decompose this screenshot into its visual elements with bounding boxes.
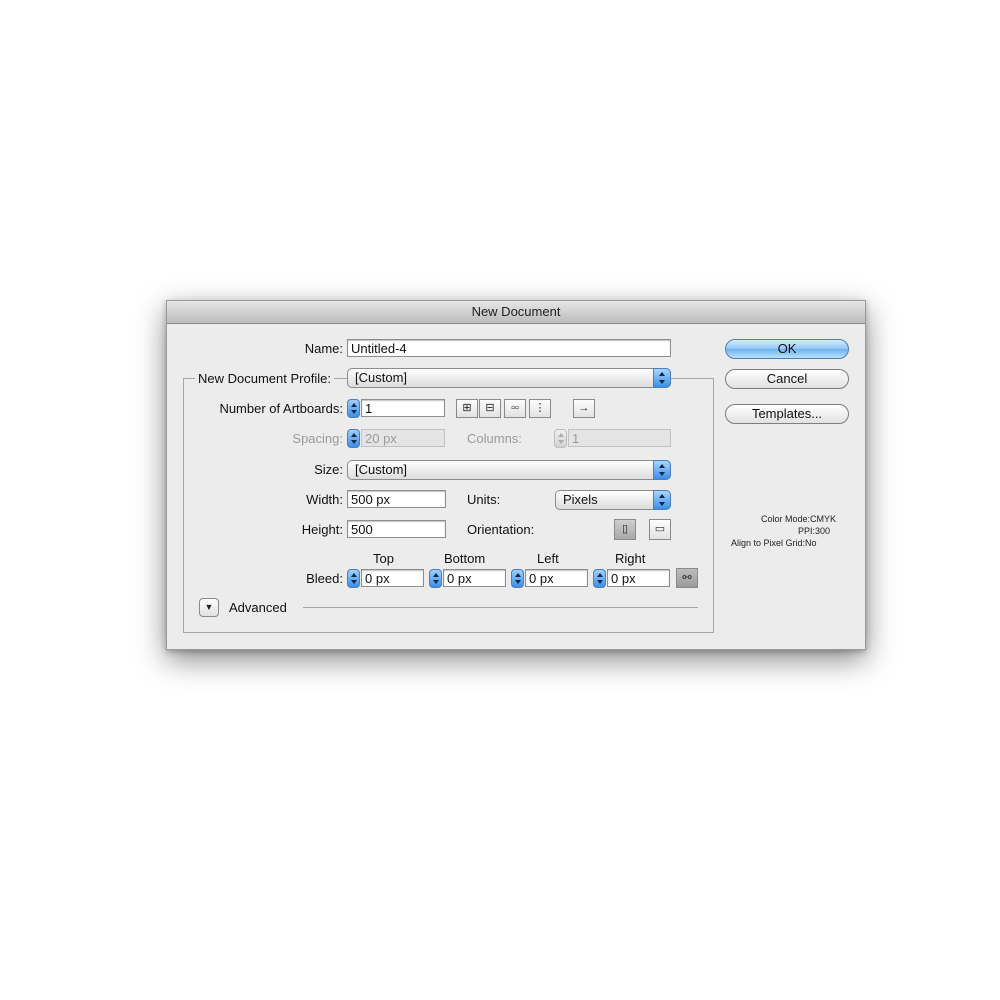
right-arrow-icon[interactable]: → xyxy=(573,399,595,418)
cancel-button[interactable]: Cancel xyxy=(725,369,849,389)
orientation-label: Orientation: xyxy=(467,522,535,537)
width-label: Width: xyxy=(306,492,343,507)
ok-button[interactable]: OK xyxy=(725,339,849,359)
spacing-field[interactable]: 20 px xyxy=(361,429,445,447)
bleed-right-field[interactable]: 0 px xyxy=(607,569,670,587)
bleed-left-heading: Left xyxy=(537,551,559,566)
portrait-icon[interactable]: ▯ xyxy=(614,519,636,540)
columns-field[interactable]: 1 xyxy=(568,429,671,447)
bleed-left-stepper[interactable] xyxy=(511,569,524,588)
landscape-icon[interactable]: ▭ xyxy=(649,519,671,540)
name-field[interactable]: Untitled-4 xyxy=(347,339,671,357)
artboards-label: Number of Artboards: xyxy=(219,401,343,416)
arrange-by-column-icon[interactable]: ⋮ xyxy=(529,399,551,418)
ppi-info: PPI:300 xyxy=(798,526,831,536)
chevron-updown-icon xyxy=(653,460,671,480)
name-label: Name: xyxy=(304,341,343,356)
height-label: Height: xyxy=(301,522,343,537)
templates-button[interactable]: Templates... xyxy=(725,404,849,424)
bleed-right-stepper[interactable] xyxy=(593,569,606,588)
disclosure-triangle-icon[interactable]: ▼ xyxy=(199,598,219,617)
align-pixel-grid-info: Align to Pixel Grid:No xyxy=(731,538,817,548)
profile-popup[interactable]: [Custom] xyxy=(347,368,671,388)
columns-label: Columns: xyxy=(467,431,522,446)
bleed-top-field[interactable]: 0 px xyxy=(361,569,424,587)
chevron-updown-icon xyxy=(653,490,671,510)
columns-stepper[interactable] xyxy=(554,429,567,448)
units-value: Pixels xyxy=(563,492,598,507)
units-label: Units: xyxy=(467,492,501,507)
bleed-bottom-heading: Bottom xyxy=(444,551,486,566)
bleed-top-heading: Top xyxy=(373,551,394,566)
bleed-right-heading: Right xyxy=(615,551,646,566)
size-value: [Custom] xyxy=(355,462,408,477)
width-field[interactable]: 500 px xyxy=(347,490,446,508)
new-document-dialog: New Document Name: Untitled-4 New Docume… xyxy=(166,300,866,650)
advanced-label: Advanced xyxy=(229,600,287,615)
dialog-title: New Document xyxy=(167,301,865,324)
bleed-left-field[interactable]: 0 px xyxy=(525,569,588,587)
arrange-by-row-icon[interactable]: ▫▫ xyxy=(504,399,526,418)
profile-label: New Document Profile: xyxy=(195,371,334,386)
bleed-top-stepper[interactable] xyxy=(347,569,360,588)
artboards-field[interactable]: 1 xyxy=(361,399,445,417)
height-field[interactable]: 500 xyxy=(347,520,446,538)
chain-link-icon[interactable]: ⚯ xyxy=(676,568,698,588)
spacing-stepper[interactable] xyxy=(347,429,360,448)
grid-by-column-icon[interactable]: ⊟ xyxy=(479,399,501,418)
spacing-label: Spacing: xyxy=(292,431,343,446)
grid-by-row-icon[interactable]: ⊞ xyxy=(456,399,478,418)
advanced-divider xyxy=(303,607,698,608)
bleed-bottom-field[interactable]: 0 px xyxy=(443,569,506,587)
size-popup[interactable]: [Custom] xyxy=(347,460,671,480)
size-label: Size: xyxy=(314,462,343,477)
units-popup[interactable]: Pixels xyxy=(555,490,671,510)
color-mode-info: Color Mode:CMYK xyxy=(761,514,837,524)
profile-value: [Custom] xyxy=(355,370,408,385)
bleed-bottom-stepper[interactable] xyxy=(429,569,442,588)
chevron-updown-icon xyxy=(653,368,671,388)
artboards-stepper[interactable] xyxy=(347,399,360,418)
bleed-label: Bleed: xyxy=(306,571,343,586)
